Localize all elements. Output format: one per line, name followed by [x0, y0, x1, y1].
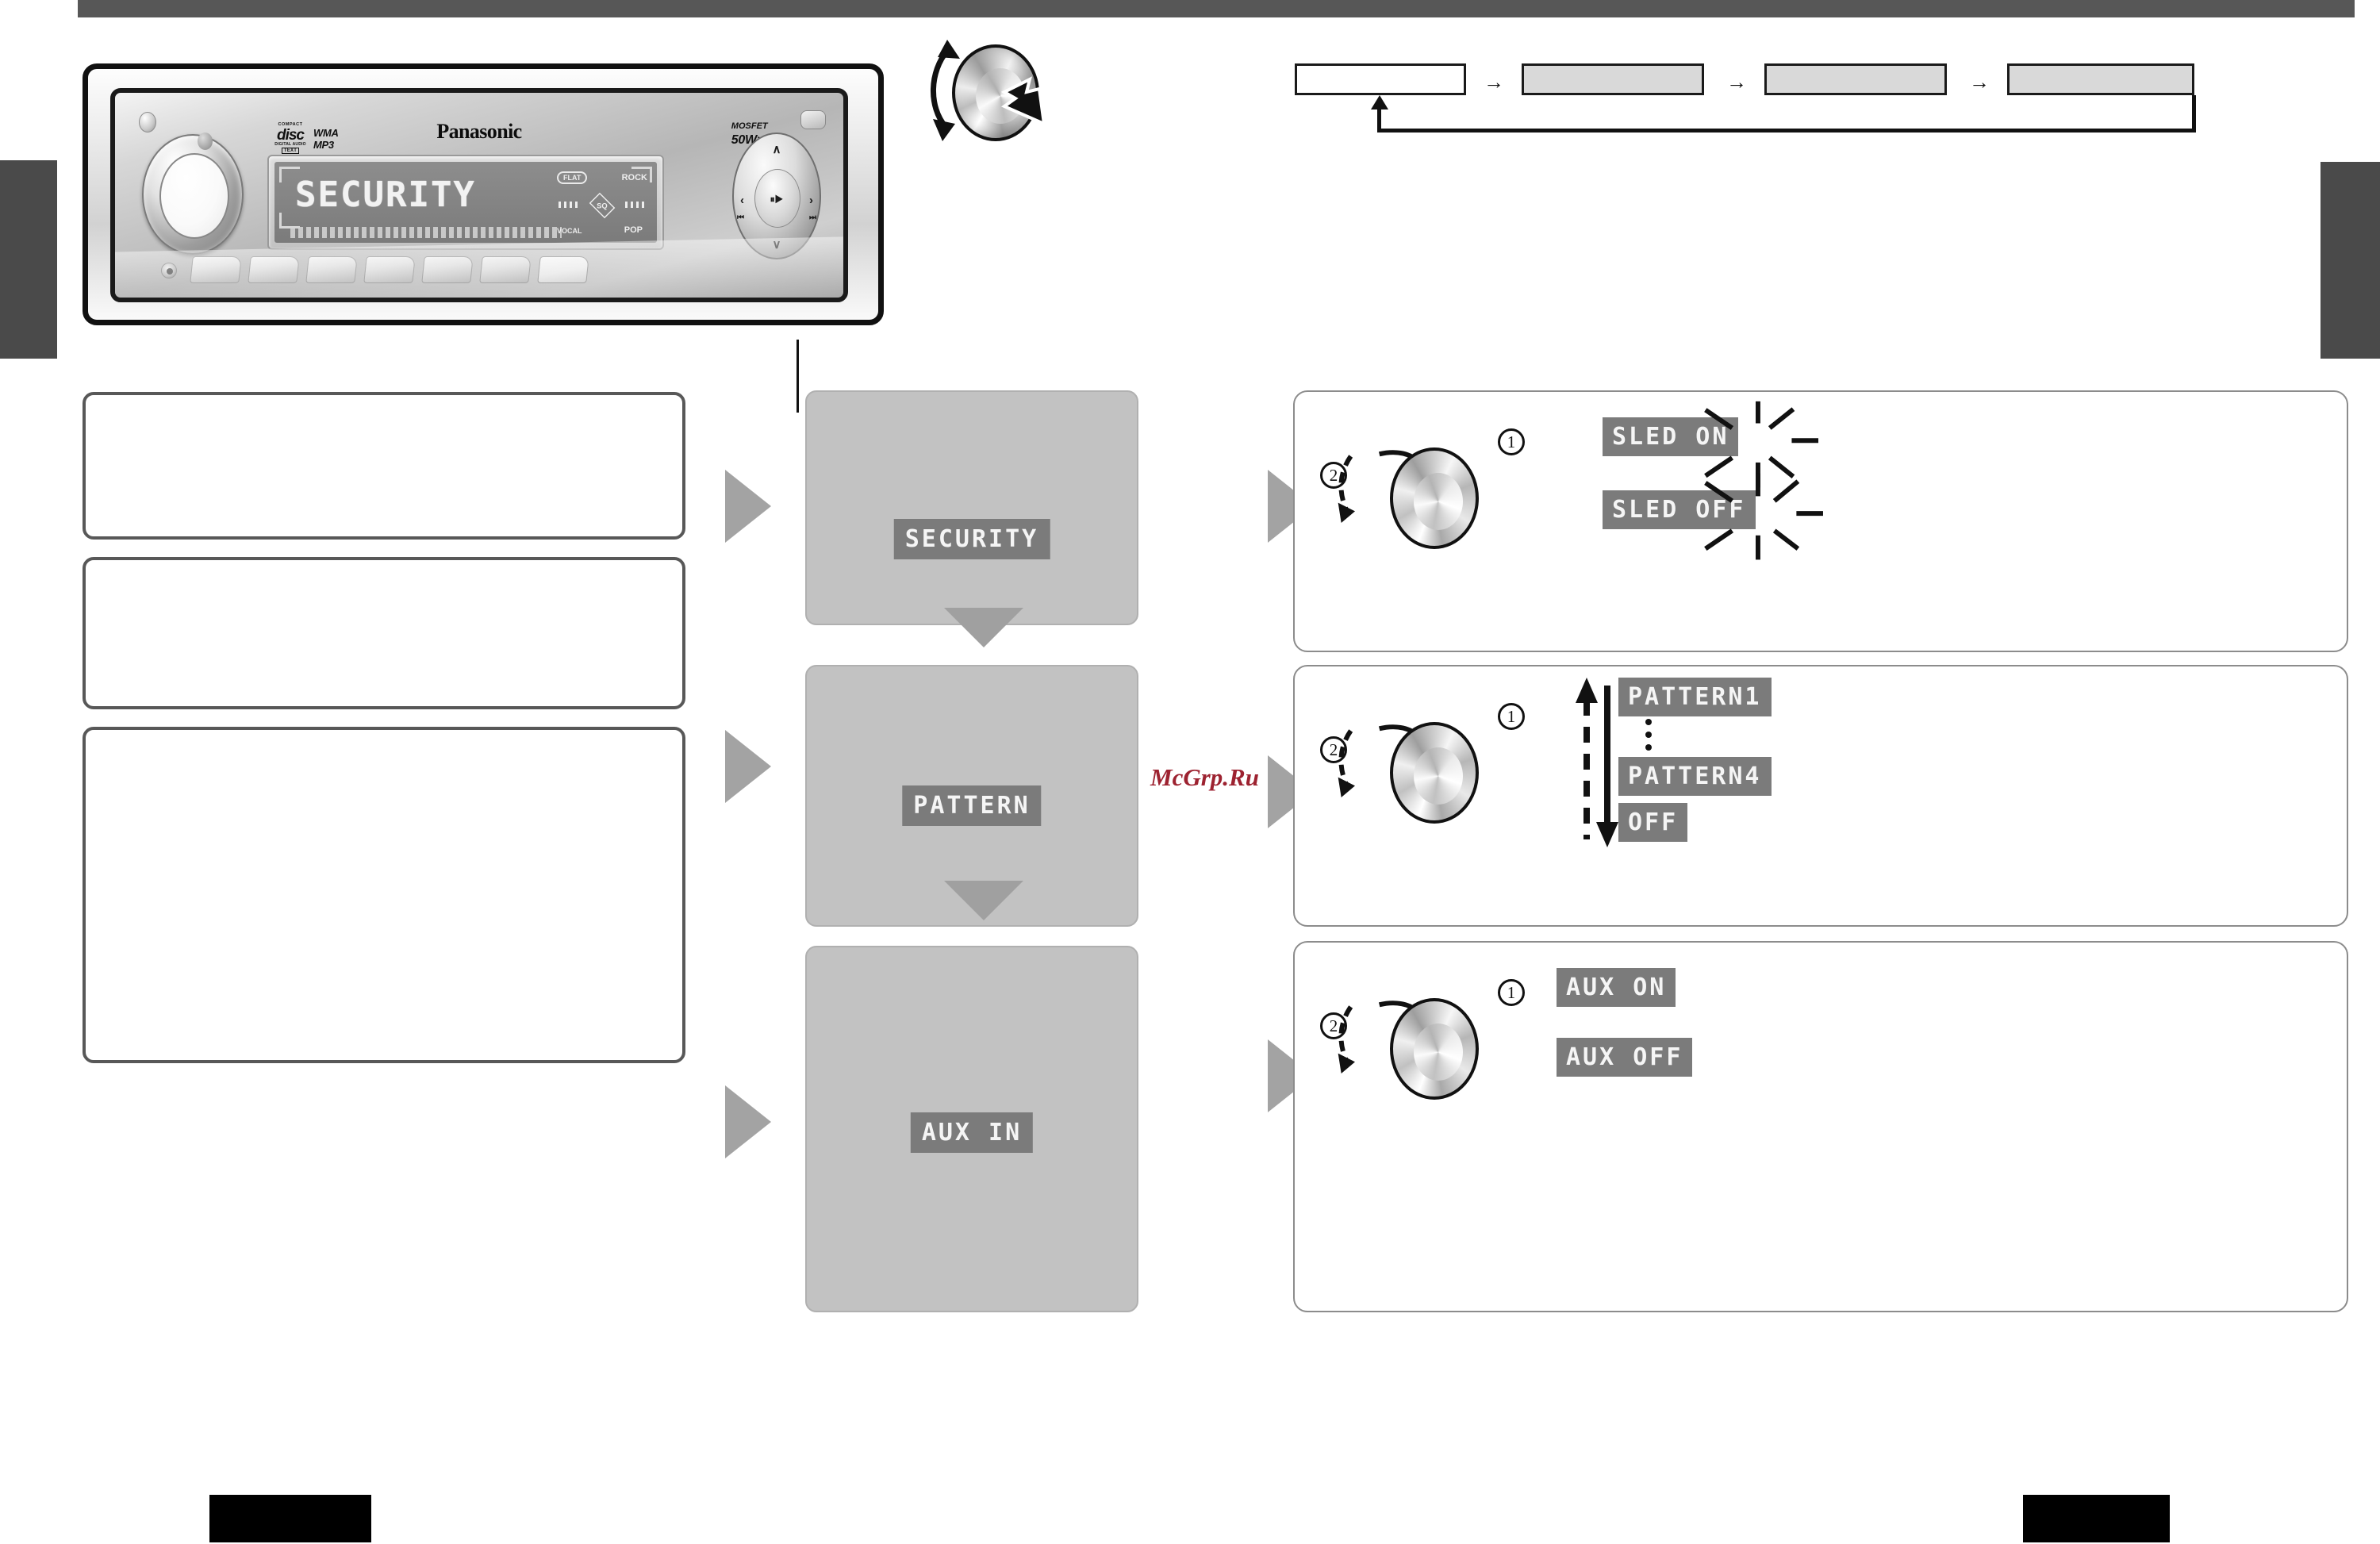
- result-display-pattern-1: PATTERN1: [1618, 678, 1772, 716]
- preset-button-6[interactable]: [479, 256, 532, 283]
- menu-display-aux-in: AUX IN: [910, 1112, 1034, 1153]
- flow-loop-return-segment: [1377, 129, 2196, 133]
- mosfet-label: MOSFET: [731, 121, 768, 131]
- chevron-icon-desc-to-menu-1: [725, 470, 771, 543]
- menu-panel-aux-in: AUX IN: [805, 946, 1138, 1312]
- rotary-knob-body-aux[interactable]: [1390, 998, 1479, 1100]
- eq-vocal-indicator: VOCAL: [557, 227, 582, 235]
- step-number-2-security: 2: [1320, 462, 1347, 489]
- lcd-primary-text: SECURITY: [295, 175, 476, 215]
- mode-flow-chain: → → →: [1295, 49, 2342, 144]
- rotary-knob-illustration-top: [911, 30, 1069, 165]
- preset-button-4[interactable]: [363, 256, 416, 283]
- footer-redaction-bar-right: [2023, 1495, 2170, 1542]
- eq-dots-left: [559, 202, 581, 208]
- manual-page: COMPACT disc DIGITAL AUDIO TEXT WMA MP3 …: [0, 0, 2380, 1544]
- eq-rock-indicator: ROCK: [621, 173, 647, 182]
- volume-knob-face[interactable]: [159, 153, 229, 239]
- step-number-1-aux: 1: [1498, 979, 1525, 1006]
- rotary-knob-illustration-aux: 1 2: [1317, 968, 1555, 1127]
- preset-button-2[interactable]: [248, 256, 300, 283]
- step-number-1-security: 1: [1498, 428, 1525, 455]
- ellipsis-dot: [1645, 744, 1652, 751]
- previous-track-icon[interactable]: ⏮: [737, 213, 744, 222]
- result-display-sled-on: SLED ON: [1603, 417, 1739, 456]
- description-box-security: [83, 392, 685, 540]
- preset-button-3[interactable]: [305, 256, 358, 283]
- chevron-icon-desc-to-menu-2: [725, 730, 771, 803]
- site-watermark: McGrp.Ru: [1150, 763, 1259, 791]
- menu-flow-down-arrow-2: [944, 881, 1023, 920]
- lcd-equalizer-indicators: FLAT ROCK SQ VOCAL POP: [557, 170, 649, 236]
- flow-arrow-2: →: [1726, 70, 1747, 94]
- page-header-rule: [78, 0, 2355, 17]
- preset-button-1[interactable]: [190, 256, 242, 283]
- lcd-corner-bracket-bottom-left: [279, 213, 300, 229]
- head-unit-illustration: COMPACT disc DIGITAL AUDIO TEXT WMA MP3 …: [83, 63, 898, 413]
- result-display-sled-off: SLED OFF: [1603, 490, 1756, 529]
- result-display-aux-on: AUX ON: [1557, 968, 1676, 1007]
- bidirectional-cycle-arrow-icon: [1576, 678, 1618, 847]
- next-track-icon[interactable]: ⏭: [809, 213, 816, 222]
- cd-text-badge: TEXT: [281, 147, 300, 154]
- menu-display-pattern: PATTERN: [902, 785, 1042, 826]
- lcd-spectrum-bargraph: [290, 227, 562, 238]
- head-unit-chassis: COMPACT disc DIGITAL AUDIO TEXT WMA MP3 …: [83, 63, 884, 325]
- flow-arrow-1: →: [1484, 70, 1504, 94]
- eq-dots-right: [625, 202, 647, 208]
- lcd-bezel: SECURITY FLAT ROCK SQ VOCAL POP: [267, 155, 664, 250]
- step-number-2-pattern: 2: [1320, 736, 1347, 763]
- result-display-pattern-off: OFF: [1618, 803, 1688, 842]
- dpad-up-icon[interactable]: ∧: [773, 142, 781, 156]
- step-number-2-aux: 2: [1320, 1012, 1347, 1039]
- preset-button-row[interactable]: [190, 256, 589, 283]
- eq-sq-label: SQ: [597, 201, 608, 210]
- lcd-screen: SECURITY FLAT ROCK SQ VOCAL POP: [274, 162, 657, 243]
- flow-step-4: [2007, 63, 2194, 95]
- side-index-tab-right: [2320, 162, 2380, 359]
- chevron-icon-desc-to-menu-3: [725, 1085, 771, 1158]
- preset-button-7-highlighted[interactable]: [537, 256, 589, 283]
- rotary-knob-body-pattern[interactable]: [1390, 722, 1479, 824]
- flow-loop-down-segment: [2192, 95, 2196, 133]
- flow-step-3: [1764, 63, 1947, 95]
- menu-flow-down-arrow-1: [944, 608, 1023, 647]
- step-number-1-pattern: 1: [1498, 703, 1525, 730]
- menu-panel-security: SECURITY: [805, 390, 1138, 625]
- side-index-tab-left: [0, 160, 57, 359]
- eq-pop-indicator: POP: [624, 225, 643, 235]
- dpad-right-icon[interactable]: ›: [809, 194, 813, 207]
- result-display-aux-off: AUX OFF: [1557, 1038, 1693, 1077]
- ellipsis-dot: [1645, 732, 1652, 738]
- result-panel-aux-in: 1 2 AUX ON AUX OFF: [1293, 941, 2348, 1312]
- play-pause-icon[interactable]: ⏸▶: [770, 194, 784, 205]
- knob-press-arrow-icon: [1000, 76, 1046, 127]
- navigation-dpad[interactable]: ∧ ∨ ‹ › ⏮ ⏭ ⏸▶: [732, 133, 821, 259]
- flow-loop-arrowhead-icon: [1371, 95, 1388, 109]
- flow-step-1: [1295, 63, 1466, 95]
- reset-button[interactable]: [161, 263, 177, 278]
- result-panel-pattern: 1 2 PATTERN1 PATTERN4 OFF: [1293, 665, 2348, 927]
- rotary-knob-illustration-security: 1 2: [1317, 417, 1555, 576]
- result-panel-security: 1 2 SLED ON SLED OFF: [1293, 390, 2348, 652]
- description-box-pattern: [83, 557, 685, 709]
- rotary-knob-illustration-pattern: 1 2: [1317, 692, 1555, 851]
- menu-display-security: SECURITY: [893, 519, 1050, 559]
- flow-arrow-3: →: [1969, 70, 1990, 94]
- head-unit-faceplate: COMPACT disc DIGITAL AUDIO TEXT WMA MP3 …: [110, 88, 848, 302]
- preset-button-5[interactable]: [421, 256, 474, 283]
- result-display-pattern-4: PATTERN4: [1618, 757, 1772, 796]
- dpad-left-icon[interactable]: ‹: [740, 194, 744, 207]
- ellipsis-dot: [1645, 719, 1652, 725]
- flow-step-2: [1522, 63, 1704, 95]
- eq-sq-indicator: SQ: [589, 192, 616, 219]
- volume-knob-outer-ring[interactable]: [142, 134, 244, 255]
- rotary-knob-body-security[interactable]: [1390, 447, 1479, 549]
- description-box-aux-in: [83, 727, 685, 1063]
- dpad-down-icon[interactable]: ∨: [773, 237, 781, 252]
- callout-leader-line-bottom: [797, 340, 799, 413]
- eq-flat-indicator: FLAT: [557, 171, 588, 184]
- footer-redaction-bar-left: [209, 1495, 371, 1542]
